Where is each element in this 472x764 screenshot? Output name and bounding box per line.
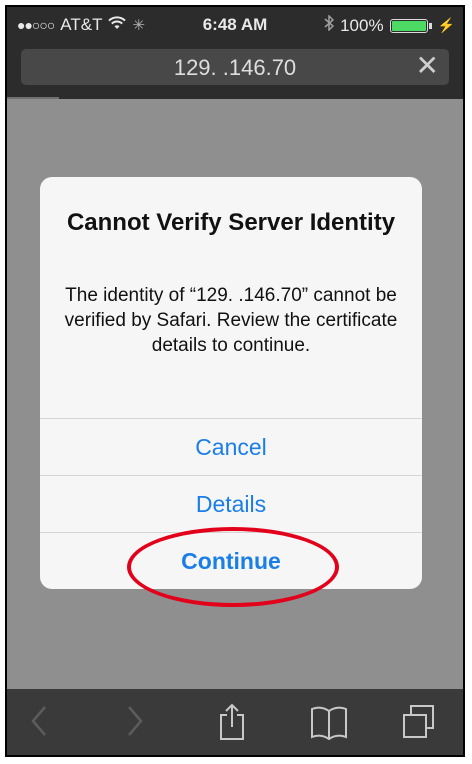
bookmarks-icon[interactable]	[309, 703, 349, 746]
bluetooth-icon	[324, 14, 335, 36]
details-button[interactable]: Details	[40, 475, 422, 532]
address-bar[interactable]: 129. .146.70 ✕	[21, 49, 449, 85]
cancel-button[interactable]: Cancel	[40, 418, 422, 475]
alert-message: The identity of “129. .146.70” cannot be…	[64, 285, 398, 356]
battery-tip	[428, 22, 432, 29]
loading-progress-bar	[7, 97, 59, 99]
back-icon[interactable]	[29, 703, 49, 744]
bottom-toolbar	[7, 689, 463, 755]
top-bar: ●●○○○ AT&T ✳ 6:48 AM 100% ⚡ 129. .146.70…	[7, 7, 463, 99]
alert-title: Cannot Verify Server Identity	[66, 209, 396, 236]
url-text: 129. .146.70	[173, 55, 297, 80]
clear-icon[interactable]: ✕	[416, 52, 439, 80]
status-right: 100% ⚡	[324, 14, 455, 36]
battery-percent: 100%	[340, 15, 384, 35]
share-icon[interactable]	[217, 703, 247, 746]
tabs-icon[interactable]	[401, 703, 437, 746]
forward-icon[interactable]	[125, 703, 145, 744]
battery-icon	[389, 18, 428, 33]
status-bar: ●●○○○ AT&T ✳ 6:48 AM 100% ⚡	[7, 7, 463, 41]
phone-screen: ●●○○○ AT&T ✳ 6:48 AM 100% ⚡ 129. .146.70…	[5, 5, 465, 757]
charging-icon: ⚡	[437, 17, 455, 33]
annotation-circle	[127, 527, 339, 607]
